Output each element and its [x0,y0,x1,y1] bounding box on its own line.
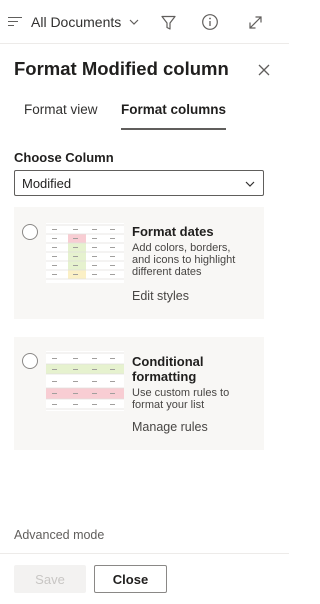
format-dates-option[interactable]: Format dates Add colors, borders, and ic… [14,207,264,319]
conditional-formatting-radio[interactable] [22,353,38,369]
description-line: format your list [132,399,205,411]
description-line: different dates [132,266,202,278]
description-line: Use custom rules to [132,387,230,399]
info-icon[interactable] [200,12,220,32]
format-dates-title: Format dates [132,224,214,239]
advanced-mode-link[interactable]: Advanced mode [14,528,104,542]
manage-rules-link[interactable]: Manage rules [132,420,208,434]
conditional-formatting-preview-image [46,351,124,411]
panel-title: Format Modified column [14,58,229,79]
conditional-formatting-option[interactable]: Conditional formatting Use custom rules … [14,337,264,450]
format-dates-description: Add colors, borders, and icons to highli… [132,242,260,278]
list-toolbar: All Documents [0,0,289,44]
close-button[interactable]: Close [94,565,167,593]
conditional-formatting-description: Use custom rules to format your list [132,387,260,411]
tab-label: Format columns [121,102,227,117]
title-line: formatting [132,369,197,384]
description-line: Add colors, borders, [132,242,231,254]
description-line: and icons to highlight [132,254,236,266]
close-icon[interactable] [255,61,273,79]
view-selector[interactable]: All Documents [8,10,139,34]
choose-column-label: Choose Column [14,150,114,165]
save-button[interactable]: Save [14,565,86,593]
column-dropdown[interactable]: Modified [14,170,264,196]
conditional-formatting-title: Conditional formatting [132,354,204,384]
tab-format-columns[interactable]: Format columns [121,102,227,130]
active-tab-indicator [121,128,227,130]
column-dropdown-value: Modified [22,175,72,191]
title-line: Conditional [132,354,204,369]
filter-icon[interactable] [158,12,178,32]
chevron-down-icon [129,19,139,25]
expand-icon[interactable] [245,12,265,32]
view-name: All Documents [31,14,122,30]
footer-divider [0,553,289,554]
list-view-icon [8,15,24,29]
format-dates-preview-image [46,223,124,283]
edit-styles-link[interactable]: Edit styles [132,289,189,303]
chevron-down-icon [245,181,255,187]
tab-format-view[interactable]: Format view [24,102,98,130]
tab-label: Format view [24,102,98,117]
format-dates-radio[interactable] [22,224,38,240]
